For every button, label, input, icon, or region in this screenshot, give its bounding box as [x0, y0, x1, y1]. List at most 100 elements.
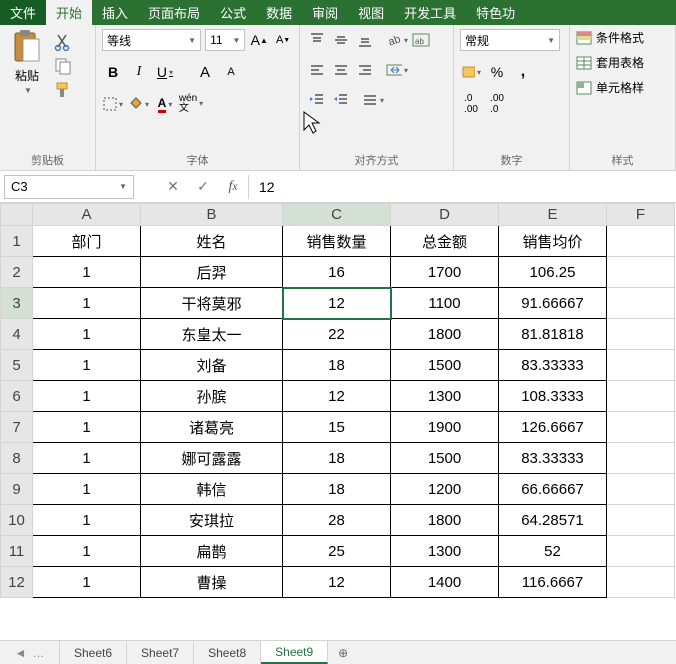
distributed-icon[interactable]: ▾ — [362, 89, 384, 111]
accounting-format-icon[interactable]: ▾ — [460, 61, 482, 83]
align-center-icon[interactable] — [330, 59, 352, 81]
accept-formula-icon[interactable]: ✓ — [188, 175, 218, 199]
cell[interactable]: 1800 — [391, 505, 499, 536]
row-header[interactable]: 7 — [1, 412, 33, 443]
row-header[interactable]: 1 — [1, 226, 33, 257]
cell[interactable]: 16 — [283, 257, 391, 288]
cell[interactable]: 销售均价 — [499, 226, 607, 257]
sheet-tab[interactable]: Sheet8 — [194, 641, 261, 664]
cell[interactable]: 1 — [33, 319, 141, 350]
format-table-button[interactable]: 套用表格 — [576, 54, 669, 71]
menu-file[interactable]: 文件 — [0, 0, 46, 25]
cell[interactable]: 刘备 — [141, 350, 283, 381]
cell[interactable]: 干将莫邪 — [141, 288, 283, 319]
sheet-tab[interactable]: Sheet9 — [261, 641, 328, 664]
cell[interactable]: 东皇太一 — [141, 319, 283, 350]
cell[interactable] — [607, 226, 675, 257]
cell[interactable]: 孙膑 — [141, 381, 283, 412]
cell[interactable] — [607, 567, 675, 598]
row-header[interactable]: 9 — [1, 474, 33, 505]
row-header[interactable]: 12 — [1, 567, 33, 598]
merge-cells-icon[interactable]: ▾ — [386, 59, 408, 81]
menu-home[interactable]: 开始 — [46, 0, 92, 25]
cell[interactable]: 部门 — [33, 226, 141, 257]
cell[interactable]: 1 — [33, 257, 141, 288]
row-header[interactable]: 6 — [1, 381, 33, 412]
sheet-nav[interactable]: ◄ … — [0, 641, 60, 664]
bold-button[interactable]: B — [102, 61, 124, 83]
menu-review[interactable]: 审阅 — [302, 0, 348, 25]
cut-icon[interactable] — [54, 33, 72, 51]
cell[interactable]: 1 — [33, 350, 141, 381]
cell[interactable]: 1 — [33, 474, 141, 505]
fx-icon[interactable]: fx — [218, 175, 248, 199]
cell[interactable] — [607, 536, 675, 567]
row-header[interactable]: 10 — [1, 505, 33, 536]
align-right-icon[interactable] — [354, 59, 376, 81]
shrink-font-icon[interactable]: A — [220, 61, 242, 83]
cell[interactable]: 66.66667 — [499, 474, 607, 505]
border-button[interactable]: ▾ — [102, 93, 124, 115]
cell[interactable]: 1800 — [391, 319, 499, 350]
column-header[interactable]: E — [499, 204, 607, 226]
add-sheet-button[interactable]: ⊕ — [328, 641, 358, 664]
cell[interactable]: 安琪拉 — [141, 505, 283, 536]
align-middle-icon[interactable] — [330, 29, 352, 51]
italic-button[interactable]: I — [128, 61, 150, 83]
column-header[interactable]: C — [283, 204, 391, 226]
grow-font-icon[interactable]: A — [194, 61, 216, 83]
number-format-select[interactable]: 常规▼ — [460, 29, 560, 51]
font-size-select[interactable]: 11▼ — [205, 29, 245, 51]
cell[interactable]: 1300 — [391, 381, 499, 412]
cell[interactable]: 韩信 — [141, 474, 283, 505]
cell[interactable]: 83.33333 — [499, 443, 607, 474]
cell[interactable]: 64.28571 — [499, 505, 607, 536]
cell[interactable]: 1900 — [391, 412, 499, 443]
cell[interactable]: 83.33333 — [499, 350, 607, 381]
increase-indent-icon[interactable] — [330, 89, 352, 111]
cell[interactable]: 126.6667 — [499, 412, 607, 443]
row-header[interactable]: 2 — [1, 257, 33, 288]
cell[interactable] — [607, 288, 675, 319]
menu-data[interactable]: 数据 — [256, 0, 302, 25]
fill-color-button[interactable]: ▾ — [128, 93, 150, 115]
sheet-tab[interactable]: Sheet7 — [127, 641, 194, 664]
cell[interactable]: 1400 — [391, 567, 499, 598]
cancel-formula-icon[interactable]: ✕ — [158, 175, 188, 199]
phonetic-button[interactable]: wén文▾ — [180, 93, 202, 115]
cell[interactable]: 28 — [283, 505, 391, 536]
cell[interactable]: 姓名 — [141, 226, 283, 257]
menu-view[interactable]: 视图 — [348, 0, 394, 25]
name-box[interactable]: C3▼ — [4, 175, 134, 199]
cell[interactable] — [607, 350, 675, 381]
menu-layout[interactable]: 页面布局 — [138, 0, 210, 25]
row-header[interactable]: 4 — [1, 319, 33, 350]
cell[interactable]: 12 — [283, 288, 391, 319]
cell[interactable] — [607, 474, 675, 505]
cell[interactable] — [607, 443, 675, 474]
cell[interactable]: 52 — [499, 536, 607, 567]
row-header[interactable]: 11 — [1, 536, 33, 567]
column-header[interactable]: D — [391, 204, 499, 226]
paste-button[interactable]: 粘贴 ▼ — [6, 29, 48, 95]
cell[interactable]: 18 — [283, 443, 391, 474]
row-header[interactable]: 3 — [1, 288, 33, 319]
menu-special[interactable]: 特色功 — [466, 0, 525, 25]
menu-insert[interactable]: 插入 — [92, 0, 138, 25]
format-painter-icon[interactable] — [54, 81, 72, 99]
copy-icon[interactable] — [54, 57, 72, 75]
align-left-icon[interactable] — [306, 59, 328, 81]
cell[interactable]: 18 — [283, 474, 391, 505]
font-name-select[interactable]: 等线▼ — [102, 29, 201, 51]
conditional-format-button[interactable]: 条件格式 — [576, 29, 669, 46]
orientation-icon[interactable]: ab▾ — [386, 29, 408, 51]
align-top-icon[interactable] — [306, 29, 328, 51]
nav-prev-icon[interactable]: ◄ — [15, 646, 27, 660]
cell[interactable] — [607, 381, 675, 412]
cell[interactable]: 81.81818 — [499, 319, 607, 350]
cell[interactable]: 12 — [283, 567, 391, 598]
cell[interactable]: 娜可露露 — [141, 443, 283, 474]
cell[interactable]: 后羿 — [141, 257, 283, 288]
cell[interactable] — [607, 412, 675, 443]
cell[interactable]: 1200 — [391, 474, 499, 505]
